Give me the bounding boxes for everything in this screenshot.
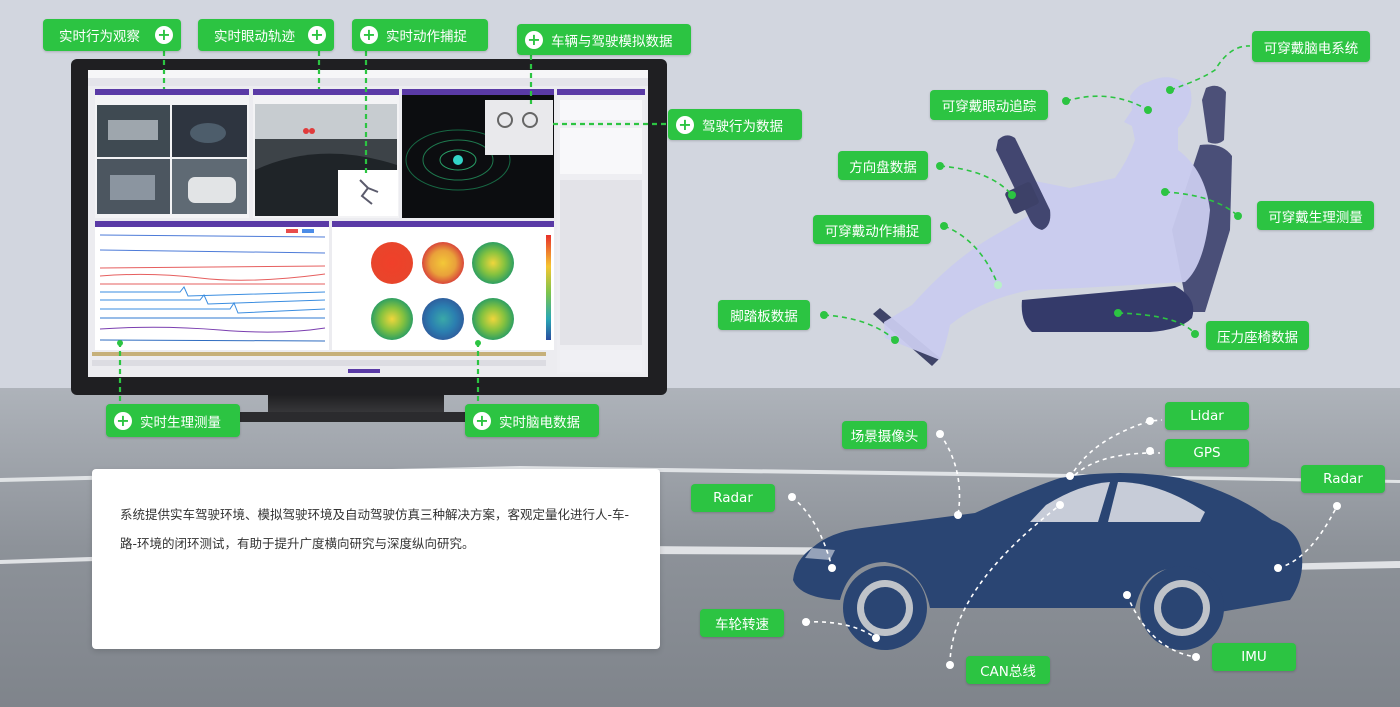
tag-wheel-speed[interactable]: 车轮转速 bbox=[700, 609, 784, 637]
tag-radar-front[interactable]: Radar bbox=[691, 484, 775, 512]
tag-wearable-physio[interactable]: 可穿戴生理测量 bbox=[1257, 201, 1374, 230]
tag-radar-rear[interactable]: Radar bbox=[1301, 465, 1385, 493]
plus-icon: + bbox=[155, 26, 173, 44]
tag-steering[interactable]: 方向盘数据 bbox=[838, 151, 928, 180]
plus-icon: + bbox=[360, 26, 378, 44]
tag-pedal[interactable]: 脚踏板数据 bbox=[718, 300, 810, 330]
tag-physiology-label: 实时生理测量 bbox=[140, 414, 221, 431]
tag-eye-tracking[interactable]: 实时眼动轨迹 + bbox=[198, 19, 334, 51]
plus-icon: + bbox=[473, 411, 491, 430]
monitor bbox=[71, 59, 667, 422]
plus-icon: + bbox=[308, 26, 326, 44]
plus-icon: + bbox=[676, 115, 694, 134]
tag-imu[interactable]: IMU bbox=[1212, 643, 1296, 671]
tag-motion-capture-label: 实时动作捕捉 bbox=[386, 29, 467, 45]
tag-pressure-seat[interactable]: 压力座椅数据 bbox=[1206, 321, 1309, 350]
tag-behavior-observe[interactable]: 实时行为观察 + bbox=[43, 19, 181, 51]
tag-lidar[interactable]: Lidar bbox=[1165, 402, 1249, 430]
tag-motion-capture[interactable]: + 实时动作捕捉 bbox=[352, 19, 488, 51]
tag-vehicle-sim-label: 车辆与驾驶模拟数据 bbox=[551, 33, 673, 50]
description-text: 系统提供实车驾驶环境、模拟驾驶环境及自动驾驶仿真三种解决方案，客观定量化进行人-… bbox=[120, 507, 630, 551]
tag-wearable-eye[interactable]: 可穿戴眼动追踪 bbox=[930, 90, 1048, 120]
tag-wearable-motion[interactable]: 可穿戴动作捕捉 bbox=[813, 215, 931, 244]
description-card: 系统提供实车驾驶环境、模拟驾驶环境及自动驾驶仿真三种解决方案，客观定量化进行人-… bbox=[92, 469, 660, 649]
plus-icon: + bbox=[525, 30, 543, 49]
plus-icon: + bbox=[114, 411, 132, 430]
tag-physiology[interactable]: + 实时生理测量 bbox=[106, 404, 240, 437]
tag-vehicle-sim[interactable]: + 车辆与驾驶模拟数据 bbox=[517, 24, 691, 55]
tag-gps[interactable]: GPS bbox=[1165, 439, 1249, 467]
tag-eeg[interactable]: + 实时脑电数据 bbox=[465, 404, 599, 437]
tag-eeg-label: 实时脑电数据 bbox=[499, 414, 580, 431]
tag-wearable-eeg[interactable]: 可穿戴脑电系统 bbox=[1252, 31, 1370, 62]
tag-driving-behavior[interactable]: + 驾驶行为数据 bbox=[668, 109, 802, 140]
tag-scene-camera[interactable]: 场景摄像头 bbox=[842, 421, 927, 449]
tag-can-bus[interactable]: CAN总线 bbox=[966, 656, 1050, 684]
tag-driving-behavior-label: 驾驶行为数据 bbox=[702, 118, 783, 135]
